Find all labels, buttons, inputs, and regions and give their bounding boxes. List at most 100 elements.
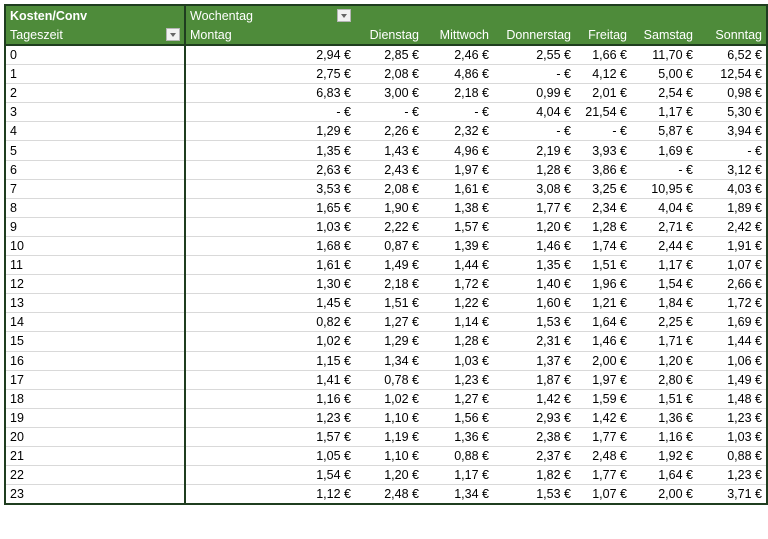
row-header-cell[interactable]: 3 bbox=[5, 102, 186, 123]
value-cell[interactable]: 2,75 € bbox=[185, 64, 355, 85]
value-cell[interactable]: 1,89 € bbox=[697, 198, 767, 218]
value-cell[interactable]: 1,19 € bbox=[355, 427, 423, 447]
value-cell[interactable]: 11,70 € bbox=[631, 45, 697, 66]
header-empty-cell[interactable] bbox=[575, 5, 631, 25]
value-cell[interactable]: 1,10 € bbox=[355, 446, 423, 467]
value-cell[interactable]: 0,82 € bbox=[185, 312, 355, 333]
value-cell[interactable]: 5,87 € bbox=[631, 121, 697, 142]
value-cell[interactable]: 0,87 € bbox=[355, 236, 423, 257]
value-cell[interactable]: 2,46 € bbox=[423, 45, 493, 66]
value-cell[interactable]: 1,53 € bbox=[493, 485, 575, 505]
value-cell[interactable]: 2,22 € bbox=[355, 217, 423, 237]
row-header-cell[interactable]: 11 bbox=[5, 255, 186, 276]
value-cell[interactable]: 1,97 € bbox=[423, 160, 493, 180]
value-cell[interactable]: 3,12 € bbox=[697, 160, 767, 180]
value-cell[interactable]: - € bbox=[697, 140, 767, 161]
value-cell[interactable]: 1,51 € bbox=[575, 255, 631, 276]
value-cell[interactable]: 4,96 € bbox=[423, 140, 493, 161]
value-cell[interactable]: - € bbox=[631, 160, 697, 180]
value-cell[interactable]: 0,99 € bbox=[493, 83, 575, 104]
value-cell[interactable]: 2,19 € bbox=[493, 140, 575, 161]
value-cell[interactable]: 2,44 € bbox=[631, 236, 697, 257]
value-cell[interactable]: 1,23 € bbox=[423, 370, 493, 390]
value-cell[interactable]: 1,57 € bbox=[423, 217, 493, 237]
value-cell[interactable]: 1,42 € bbox=[575, 408, 631, 428]
header-empty-cell[interactable] bbox=[355, 5, 423, 25]
value-cell[interactable]: 1,69 € bbox=[697, 312, 767, 333]
column-header-sonntag[interactable]: Sonntag bbox=[697, 25, 767, 46]
value-cell[interactable]: 1,49 € bbox=[355, 255, 423, 276]
row-header-cell[interactable]: 22 bbox=[5, 465, 186, 486]
row-header-cell[interactable]: 21 bbox=[5, 446, 186, 467]
value-cell[interactable]: 2,37 € bbox=[493, 446, 575, 467]
value-cell[interactable]: 1,91 € bbox=[697, 236, 767, 257]
value-cell[interactable]: 1,51 € bbox=[355, 293, 423, 314]
header-empty-cell[interactable] bbox=[697, 5, 767, 25]
value-cell[interactable]: 1,34 € bbox=[355, 351, 423, 371]
value-cell[interactable]: 2,08 € bbox=[355, 179, 423, 199]
value-cell[interactable]: 1,82 € bbox=[493, 465, 575, 486]
row-header-cell[interactable]: 23 bbox=[5, 484, 186, 505]
value-cell[interactable]: 1,41 € bbox=[185, 370, 355, 390]
row-header-cell[interactable]: 16 bbox=[5, 351, 186, 371]
value-cell[interactable]: 1,44 € bbox=[697, 331, 767, 352]
value-cell[interactable]: 1,65 € bbox=[185, 198, 355, 218]
row-header-cell[interactable]: 6 bbox=[5, 160, 186, 180]
value-cell[interactable]: 1,46 € bbox=[575, 331, 631, 352]
value-cell[interactable]: 2,85 € bbox=[355, 45, 423, 66]
value-cell[interactable]: 2,31 € bbox=[493, 331, 575, 352]
value-cell[interactable]: 2,34 € bbox=[575, 198, 631, 218]
value-cell[interactable]: 0,78 € bbox=[355, 370, 423, 390]
value-cell[interactable]: 0,88 € bbox=[423, 446, 493, 467]
value-cell[interactable]: 1,77 € bbox=[575, 465, 631, 486]
value-cell[interactable]: 1,48 € bbox=[697, 389, 767, 409]
value-cell[interactable]: 4,12 € bbox=[575, 64, 631, 85]
value-cell[interactable]: 1,14 € bbox=[423, 312, 493, 333]
value-cell[interactable]: 2,48 € bbox=[575, 446, 631, 467]
value-cell[interactable]: 1,05 € bbox=[185, 446, 355, 467]
value-cell[interactable]: 1,16 € bbox=[631, 427, 697, 447]
value-cell[interactable]: 10,95 € bbox=[631, 179, 697, 199]
value-cell[interactable]: 2,48 € bbox=[355, 485, 423, 505]
value-cell[interactable]: 2,54 € bbox=[631, 83, 697, 104]
value-cell[interactable]: 1,21 € bbox=[575, 293, 631, 314]
value-cell[interactable]: 2,80 € bbox=[631, 370, 697, 390]
row-header-cell[interactable]: 13 bbox=[5, 293, 186, 314]
value-cell[interactable]: 1,60 € bbox=[493, 293, 575, 314]
column-header-freitag[interactable]: Freitag bbox=[575, 25, 631, 46]
value-cell[interactable]: 1,72 € bbox=[697, 293, 767, 314]
value-cell[interactable]: 2,43 € bbox=[355, 160, 423, 180]
value-cell[interactable]: 1,44 € bbox=[423, 255, 493, 276]
column-header-samstag[interactable]: Samstag bbox=[631, 25, 697, 46]
value-cell[interactable]: 0,88 € bbox=[697, 446, 767, 467]
value-cell[interactable]: 1,69 € bbox=[631, 140, 697, 161]
value-cell[interactable]: 4,04 € bbox=[631, 198, 697, 218]
value-cell[interactable]: 2,55 € bbox=[493, 45, 575, 66]
value-cell[interactable]: 2,38 € bbox=[493, 427, 575, 447]
row-header-cell[interactable]: 0 bbox=[5, 45, 186, 66]
value-cell[interactable]: 3,86 € bbox=[575, 160, 631, 180]
value-cell[interactable]: - € bbox=[575, 121, 631, 142]
value-cell[interactable]: 1,61 € bbox=[185, 255, 355, 276]
value-cell[interactable]: 1,40 € bbox=[493, 274, 575, 295]
value-cell[interactable]: 2,71 € bbox=[631, 217, 697, 237]
value-cell[interactable]: 1,02 € bbox=[355, 389, 423, 409]
column-header-mittwoch[interactable]: Mittwoch bbox=[423, 25, 493, 46]
value-cell[interactable]: 1,74 € bbox=[575, 236, 631, 257]
value-cell[interactable]: 4,04 € bbox=[493, 102, 575, 123]
row-header-cell[interactable]: 12 bbox=[5, 274, 186, 295]
row-header-cell[interactable]: 20 bbox=[5, 427, 186, 447]
value-cell[interactable]: 1,23 € bbox=[185, 408, 355, 428]
value-cell[interactable]: 1,35 € bbox=[493, 255, 575, 276]
column-header-montag[interactable]: Montag bbox=[185, 25, 355, 46]
value-cell[interactable]: 1,36 € bbox=[423, 427, 493, 447]
value-cell[interactable]: 1,34 € bbox=[423, 485, 493, 505]
value-cell[interactable]: 1,96 € bbox=[575, 274, 631, 295]
value-cell[interactable]: 2,00 € bbox=[631, 485, 697, 505]
value-cell[interactable]: 1,71 € bbox=[631, 331, 697, 352]
value-cell[interactable]: 4,03 € bbox=[697, 179, 767, 199]
value-cell[interactable]: 2,25 € bbox=[631, 312, 697, 333]
value-cell[interactable]: - € bbox=[185, 102, 355, 123]
value-cell[interactable]: 1,07 € bbox=[697, 255, 767, 276]
row-header-cell[interactable]: 1 bbox=[5, 64, 186, 85]
